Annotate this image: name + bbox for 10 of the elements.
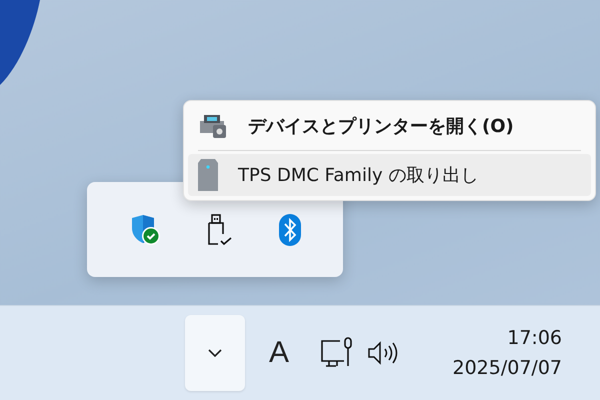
printer-icon: [198, 113, 228, 139]
chevron-icon: [208, 349, 222, 357]
bluetooth-icon: [278, 214, 301, 246]
menu-item[interactable]: デバイスとプリンターを開く(O): [188, 105, 591, 147]
menu-item[interactable]: TPS DMC Family の取り出し: [188, 154, 591, 196]
drive-icon: [198, 159, 218, 191]
clock[interactable]: 17:06 2025/07/07: [452, 323, 562, 383]
ime-indicator[interactable]: A: [269, 336, 290, 370]
shield-check-icon: [129, 214, 162, 246]
usb-drive-icon: [206, 214, 234, 246]
